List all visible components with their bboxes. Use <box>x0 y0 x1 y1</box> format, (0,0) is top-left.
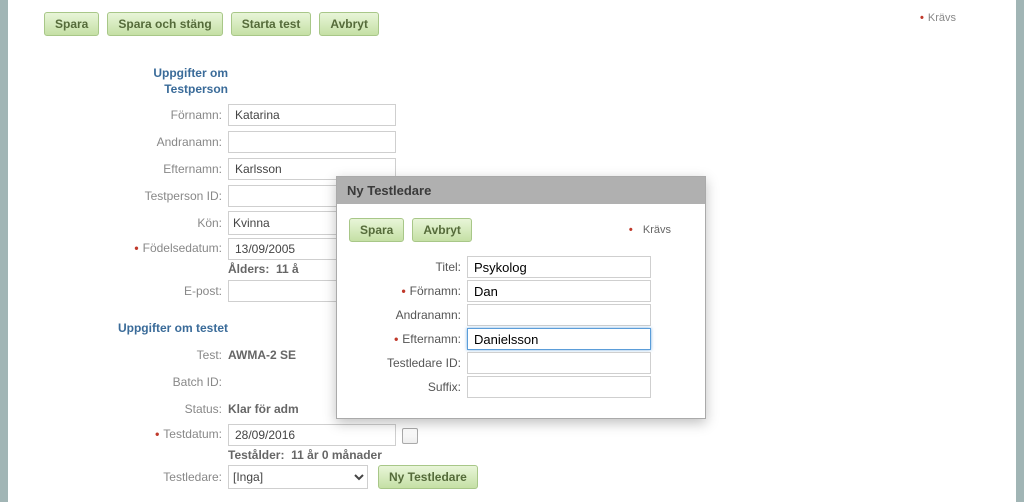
label-efternamn: Efternamn: <box>8 162 228 176</box>
dialog-fornamn-input[interactable] <box>467 280 651 302</box>
start-test-button[interactable]: Starta test <box>231 12 312 36</box>
required-dot-icon: • <box>394 332 398 346</box>
dialog-suffix-input[interactable] <box>467 376 651 398</box>
label-testledare: Testledare: <box>8 470 228 484</box>
fornamn-input[interactable] <box>228 104 396 126</box>
label-testperson-id: Testperson ID: <box>8 189 228 203</box>
label-test: Test: <box>8 348 228 362</box>
save-and-close-button[interactable]: Spara och stäng <box>107 12 222 36</box>
required-dot-icon: • <box>134 241 138 255</box>
label-batch-id: Batch ID: <box>8 375 228 389</box>
required-label: Krävs <box>928 12 956 24</box>
new-testledare-dialog: Ny Testledare Spara Avbryt • Krävs Titel… <box>336 176 706 419</box>
main-toolbar: Spara Spara och stäng Starta test Avbryt <box>8 0 1016 46</box>
dlabel-testledare-id: Testledare ID: <box>349 356 467 370</box>
status-value: Klar för adm <box>228 402 299 416</box>
app-canvas: • Krävs Spara Spara och stäng Starta test… <box>0 0 1024 502</box>
required-dot-icon: • <box>155 427 159 441</box>
dialog-title: Ny Testledare <box>337 177 705 204</box>
label-status: Status: <box>8 402 228 416</box>
label-kon: Kön: <box>8 216 228 230</box>
label-andranamn: Andranamn: <box>8 135 228 149</box>
label-epost: E-post: <box>8 284 228 298</box>
required-hint-dialog: • Krävs <box>629 224 693 236</box>
dialog-andranamn-input[interactable] <box>467 304 651 326</box>
dlabel-suffix: Suffix: <box>349 380 467 394</box>
required-dot-icon: • <box>920 12 924 24</box>
dialog-cancel-button[interactable]: Avbryt <box>412 218 472 242</box>
dialog-save-button[interactable]: Spara <box>349 218 404 242</box>
label-fodelsedatum: •Födelsedatum: <box>8 238 228 255</box>
andranamn-input[interactable] <box>228 131 396 153</box>
section-title-testperson: Uppgifter om Testperson <box>8 66 228 97</box>
testledare-select[interactable]: [Inga] <box>228 465 368 489</box>
required-dot-icon: • <box>629 224 633 236</box>
new-testledare-button[interactable]: Ny Testledare <box>378 465 478 489</box>
dlabel-titel: Titel: <box>349 260 467 274</box>
testalder-subtext: Testålder: 11 år 0 månader <box>228 448 418 462</box>
required-dot-icon: • <box>401 284 405 298</box>
dialog-testledare-id-input[interactable] <box>467 352 651 374</box>
dialog-efternamn-input[interactable] <box>467 328 651 350</box>
dlabel-efternamn: •Efternamn: <box>349 332 467 346</box>
label-fornamn: Förnamn: <box>8 108 228 122</box>
save-button[interactable]: Spara <box>44 12 99 36</box>
dialog-titel-input[interactable] <box>467 256 651 278</box>
required-hint-top: • Krävs <box>920 12 956 24</box>
section-title-test: Uppgifter om testet <box>8 321 228 337</box>
dlabel-andranamn: Andranamn: <box>349 308 467 322</box>
calendar-icon[interactable] <box>402 428 418 444</box>
testdatum-input[interactable] <box>228 424 396 446</box>
cancel-button[interactable]: Avbryt <box>319 12 379 36</box>
test-value: AWMA-2 SE <box>228 348 296 362</box>
dlabel-fornamn: •Förnamn: <box>349 284 467 298</box>
label-testdatum: •Testdatum: <box>8 424 228 441</box>
